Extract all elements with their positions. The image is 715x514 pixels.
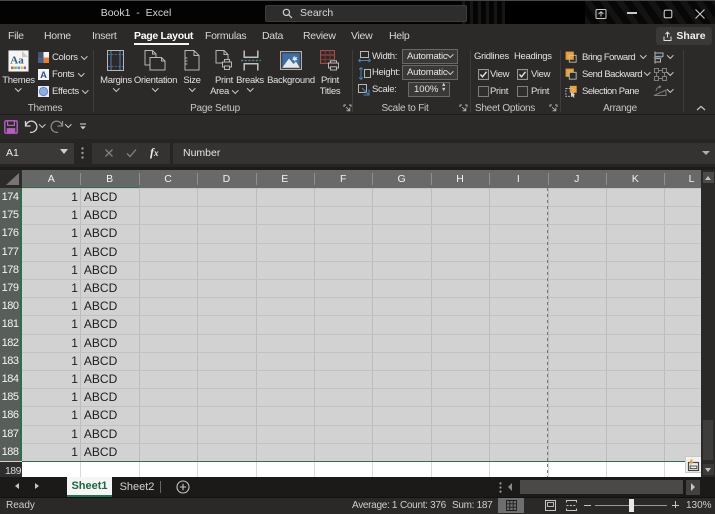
svg-text:A: A [40, 70, 47, 80]
svg-text:Aa: Aa [10, 55, 24, 67]
